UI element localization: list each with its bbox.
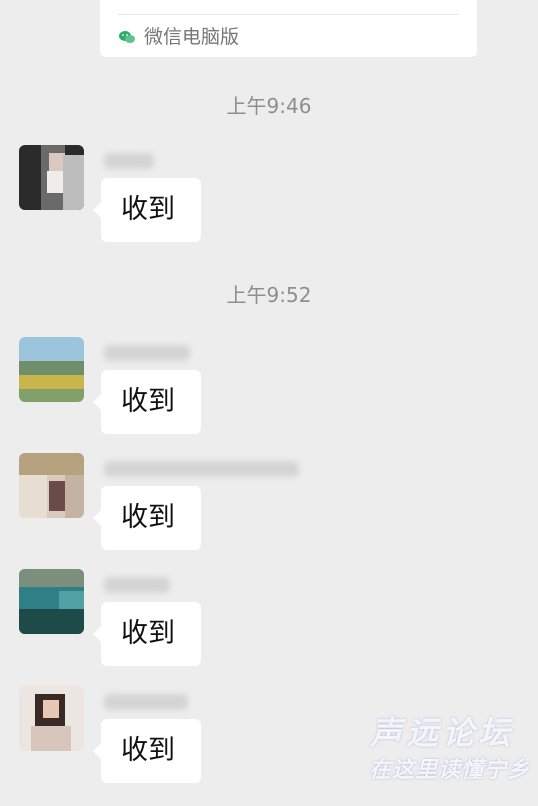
wechat-icon bbox=[119, 31, 135, 43]
message-bubble[interactable]: 收到 bbox=[93, 719, 201, 783]
sender-name bbox=[104, 694, 188, 710]
chat-message: 收到 bbox=[0, 453, 538, 573]
chat-message: 收到 bbox=[0, 569, 538, 689]
sender-name bbox=[104, 153, 154, 169]
message-bubble[interactable]: 收到 bbox=[93, 486, 201, 550]
sender-name bbox=[104, 577, 170, 593]
message-bubble[interactable]: 收到 bbox=[93, 602, 201, 666]
watermark-title: 声远论坛 bbox=[369, 714, 514, 752]
message-time: 上午9:52 bbox=[226, 283, 312, 307]
watermark-slogan: 在这里读懂宁乡 bbox=[368, 758, 530, 783]
avatar[interactable] bbox=[19, 569, 84, 634]
message-bubble[interactable]: 收到 bbox=[93, 178, 201, 242]
chat-message: 收到 bbox=[0, 145, 538, 265]
avatar[interactable] bbox=[19, 686, 84, 751]
avatar[interactable] bbox=[19, 337, 84, 402]
card-divider bbox=[118, 14, 459, 15]
card-source: 微信电脑版 bbox=[118, 24, 239, 50]
avatar[interactable] bbox=[19, 453, 84, 518]
chat-message: 收到 bbox=[0, 337, 538, 457]
message-bubble[interactable]: 收到 bbox=[93, 370, 201, 434]
linked-card[interactable]: 微信电脑版 bbox=[100, 0, 477, 57]
sender-name bbox=[104, 461, 299, 477]
card-source-label: 微信电脑版 bbox=[144, 26, 240, 48]
message-time: 上午9:46 bbox=[226, 94, 312, 118]
avatar[interactable] bbox=[19, 145, 84, 210]
sender-name bbox=[104, 345, 190, 361]
watermark-logo: 声远论坛 在这里读懂宁乡 bbox=[330, 704, 530, 784]
